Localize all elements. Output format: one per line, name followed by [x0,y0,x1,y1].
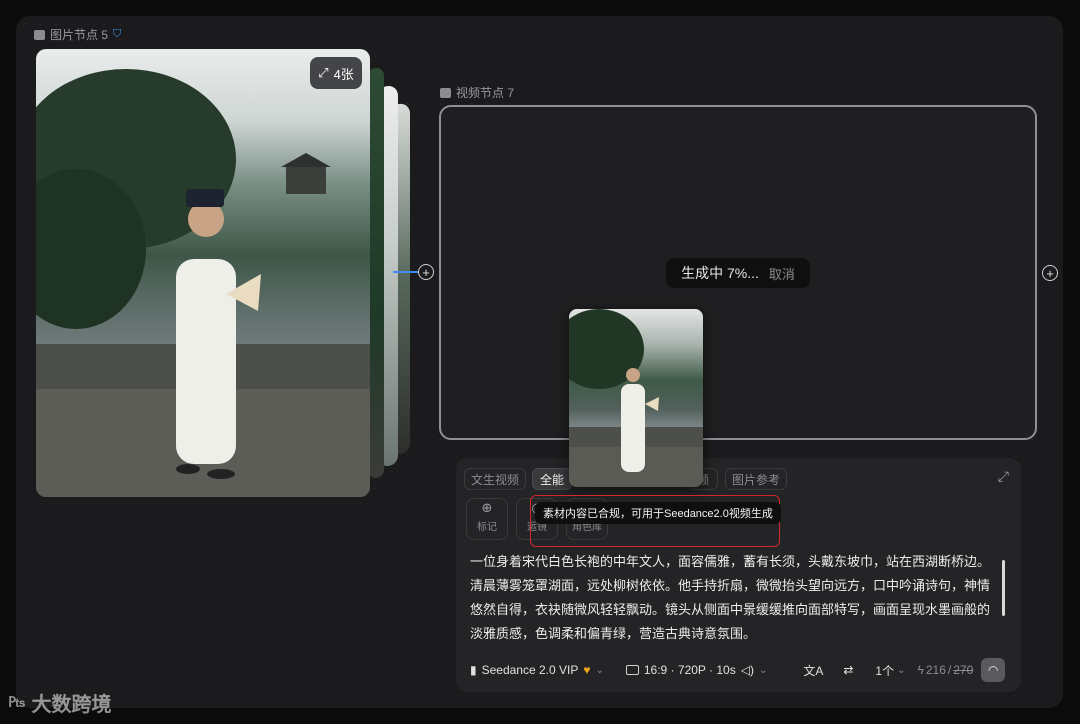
chevron-down-icon: ⌄ [758,664,768,676]
output-count-selector[interactable]: 1个 ⌄ [875,662,905,679]
chevron-down-icon: ⌄ [897,664,906,676]
vip-heart-icon: ♥ [583,663,591,677]
video-icon [440,87,451,98]
cancel-generation-button[interactable]: 取消 [769,264,795,283]
volume-icon: ◁) [740,663,754,677]
prompt-panel: 文生视频 全能 频 图片参考 ⤢ ⊕ 标记 ◎ 运镜 ☺ 角色库 一位身着宋代白… [456,458,1021,692]
add-output-plus-icon[interactable]: + [1042,265,1058,281]
image-node-label: 图片节点 5 ⛉ [34,26,121,43]
watermark-logo: ₧ 大数跨境 [8,693,112,717]
thumbnail-scene [569,309,703,487]
aspect-ratio-icon [625,665,639,675]
lightning-icon: ϟ [917,663,924,677]
generation-settings-bar: ▮ Seedance 2.0 VIP ♥ ⌄ 16:9 · 720P · 10s… [470,656,1013,684]
connection-line [393,271,421,273]
connect-plus-icon[interactable]: + [418,264,434,280]
image-node-preview[interactable]: ⤢ 4张 [36,49,370,497]
tab-all-capable[interactable]: 全能 [532,468,572,490]
bar-chart-icon: ▮ [470,663,477,677]
compliance-tooltip: 素材内容已合规，可用于Seedance2.0视频生成 [535,502,781,524]
mark-icon: ⊕ [481,500,493,515]
mark-tool-button[interactable]: ⊕ 标记 [466,498,508,540]
translate-icon[interactable]: 文A [803,662,823,679]
stacked-image-card[interactable] [368,67,384,479]
settings-sliders-icon[interactable]: ⇄ [843,663,853,677]
loading-icon: ◠ [988,663,999,677]
expand-images-button[interactable]: ⤢ 4张 [310,57,362,89]
generate-button[interactable]: ◠ [981,658,1006,682]
video-params-selector[interactable]: 16:9 · 720P · 10s ◁) ⌄ [625,663,768,677]
reference-image-thumbnail[interactable] [569,309,703,487]
expand-panel-icon[interactable]: ⤢ [998,468,1009,485]
generation-status: 生成中 7%... 取消 [666,258,810,288]
video-node-label: 视频节点 7 [440,84,514,101]
tab-text-to-video[interactable]: 文生视频 [464,468,526,490]
photo-scene [36,69,370,497]
chevron-down-icon: ⌄ [595,664,604,676]
tab-image-reference[interactable]: 图片参考 [725,468,787,490]
logo-icon: ₧ [8,693,26,711]
prompt-text[interactable]: 一位身着宋代白色长袍的中年文人，面容儒雅，蓄有长须，头戴东坡巾，站在西湖断桥边。… [470,550,990,646]
credits-display: ϟ 216 / 270 [917,663,974,677]
image-icon [34,29,45,40]
prompt-scrollbar[interactable] [1002,560,1005,616]
expand-icon: ⤢ [318,65,329,80]
model-selector[interactable]: ▮ Seedance 2.0 VIP ♥ ⌄ [470,663,604,677]
shield-icon: ⛉ [113,28,122,40]
